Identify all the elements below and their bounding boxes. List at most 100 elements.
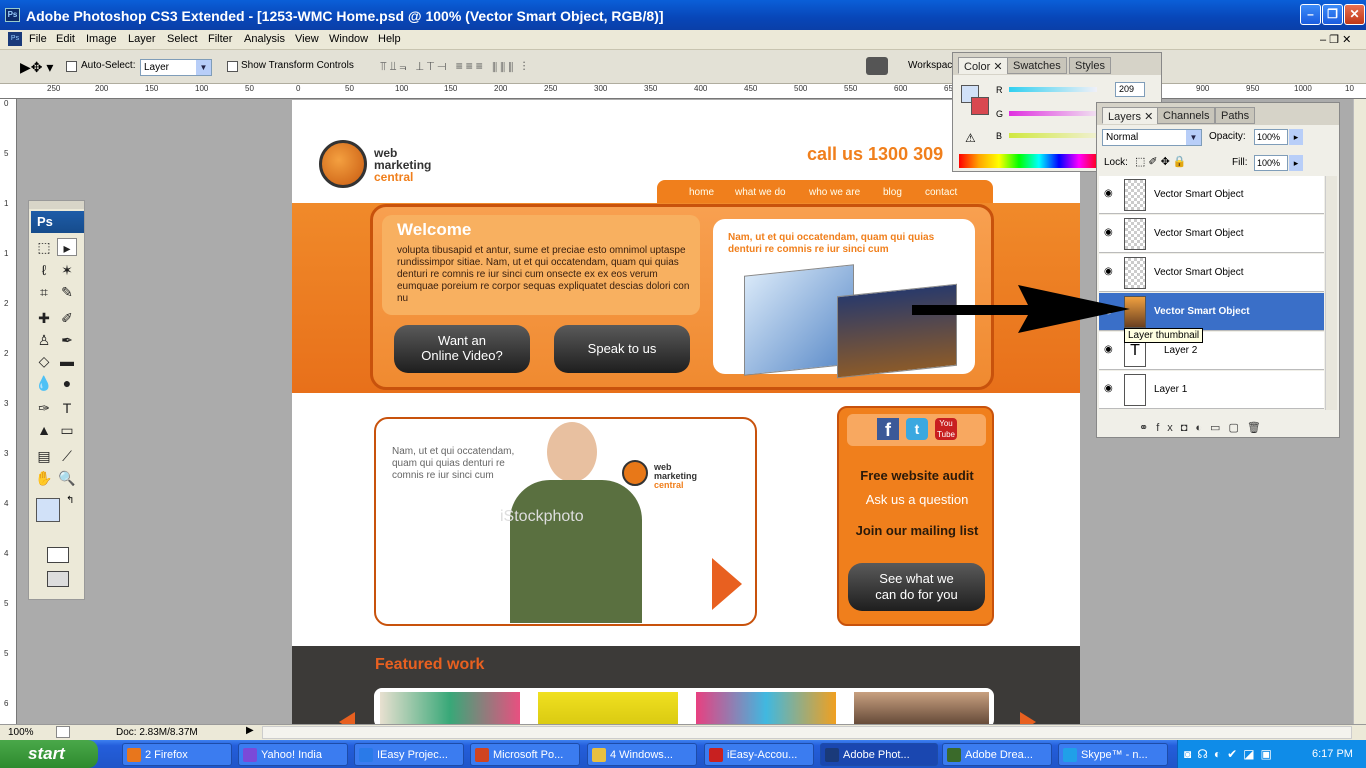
next-arrow-icon[interactable] <box>712 558 742 610</box>
foreground-color-swatch[interactable] <box>36 498 60 522</box>
zoom-tool-icon[interactable]: 🔍 <box>57 469 77 487</box>
nav-blog[interactable]: blog <box>883 187 902 198</box>
r-slider[interactable] <box>1009 87 1097 92</box>
path-select-icon[interactable]: ▲ <box>34 421 54 439</box>
menu-filter[interactable]: Filter <box>208 33 232 45</box>
eye-icon[interactable]: ◉ <box>1104 344 1113 355</box>
slice-tool-icon[interactable]: ✎ <box>57 283 77 301</box>
tab-layers[interactable]: Layers ✕ <box>1102 107 1160 124</box>
opacity-field[interactable]: 100% <box>1254 129 1288 145</box>
speak-button[interactable]: Speak to us <box>554 325 690 373</box>
task-yahoo[interactable]: Yahoo! India <box>238 743 348 766</box>
hand-tool-icon[interactable]: ✋ <box>34 469 54 487</box>
status-icon[interactable] <box>56 726 70 738</box>
type-tool-icon[interactable]: T <box>57 399 77 417</box>
dodge-tool-icon[interactable]: ● <box>57 374 77 392</box>
featured-thumb[interactable] <box>538 692 678 724</box>
pen-tool-icon[interactable]: ✑ <box>34 399 54 417</box>
eye-icon[interactable]: ◉ <box>1104 266 1113 277</box>
history-brush-icon[interactable]: ✒ <box>57 331 77 349</box>
eye-icon[interactable]: ◉ <box>1104 227 1113 238</box>
quick-mask-icon[interactable] <box>47 547 69 563</box>
twitter-icon[interactable]: t <box>906 418 928 440</box>
task-firefox[interactable]: 2 Firefox <box>122 743 232 766</box>
facebook-icon[interactable]: f <box>877 418 899 440</box>
magic-wand-icon[interactable]: ✶ <box>57 261 77 279</box>
show-transform-checkbox[interactable] <box>227 60 238 72</box>
nav-home[interactable]: home <box>689 187 714 198</box>
marquee-tool-icon[interactable]: ⬚ <box>34 238 54 256</box>
nav-what-we-do[interactable]: what we do <box>735 187 786 198</box>
layer-row[interactable]: ◉ Vector Smart Object <box>1099 215 1324 253</box>
lasso-tool-icon[interactable]: ℓ <box>34 261 54 279</box>
tab-swatches[interactable]: Swatches <box>1007 57 1067 74</box>
featured-thumb[interactable] <box>696 692 836 724</box>
menu-help[interactable]: Help <box>378 33 401 45</box>
opacity-arrow-icon[interactable]: ▸ <box>1289 129 1303 145</box>
horizontal-scrollbar[interactable] <box>262 726 1352 739</box>
fill-arrow-icon[interactable]: ▸ <box>1289 155 1303 171</box>
minimize-button[interactable]: – <box>1300 4 1321 25</box>
crop-tool-icon[interactable]: ⌗ <box>34 283 54 301</box>
bg-swatch[interactable] <box>971 97 989 115</box>
maximize-button[interactable]: ❐ <box>1322 4 1343 25</box>
menu-select[interactable]: Select <box>167 33 198 45</box>
document-icon[interactable]: Ps <box>8 32 22 46</box>
screen-mode-icon[interactable] <box>47 571 69 587</box>
layer-row-selected[interactable]: ◉ Vector Smart Object <box>1099 293 1324 331</box>
task-ie[interactable]: IEasy Projec... <box>354 743 464 766</box>
menu-file[interactable]: File <box>29 33 47 45</box>
r-value-field[interactable]: 209 <box>1115 82 1145 97</box>
menu-window[interactable]: Window <box>329 33 368 45</box>
healing-brush-icon[interactable]: ✚ <box>34 309 54 327</box>
gradient-tool-icon[interactable]: ▬ <box>57 352 77 370</box>
layers-scrollbar[interactable] <box>1325 176 1337 410</box>
task-powerpoint[interactable]: Microsoft Po... <box>470 743 580 766</box>
start-button[interactable]: start <box>0 740 98 768</box>
tab-color[interactable]: Color ✕ <box>958 57 1009 74</box>
tab-styles[interactable]: Styles <box>1069 57 1111 74</box>
vertical-scrollbar[interactable] <box>1353 99 1366 724</box>
video-button[interactable]: Want an Online Video? <box>394 325 530 373</box>
layer-row[interactable]: ◉ Vector Smart Object <box>1099 254 1324 292</box>
next-featured-arrow-icon[interactable] <box>1020 712 1036 724</box>
layer-thumbnail[interactable] <box>1124 374 1146 406</box>
workspace-icon[interactable] <box>866 57 888 75</box>
tab-paths[interactable]: Paths <box>1215 107 1256 124</box>
mailing-list-link[interactable]: Join our mailing list <box>839 523 995 538</box>
task-dreamweaver[interactable]: Adobe Drea... <box>942 743 1052 766</box>
brush-tool-icon[interactable]: ✐ <box>57 309 77 327</box>
menu-edit[interactable]: Edit <box>56 33 75 45</box>
move-tool-icon[interactable]: ▶✥ ▾ <box>20 59 53 76</box>
featured-thumb[interactable] <box>380 692 520 724</box>
menu-layer[interactable]: Layer <box>128 33 156 45</box>
stamp-tool-icon[interactable]: ♙ <box>34 331 54 349</box>
zoom-level[interactable]: 100% <box>8 727 34 738</box>
youtube-icon[interactable]: You Tube <box>935 418 957 440</box>
layer-row[interactable]: ◉ Vector Smart Object <box>1099 176 1324 214</box>
nav-who-we-are[interactable]: who we are <box>809 187 860 198</box>
shape-tool-icon[interactable]: ▭ <box>57 421 77 439</box>
swap-colors-icon[interactable]: ↰ <box>66 495 74 506</box>
move-tool-icon[interactable]: ▸ <box>57 238 77 256</box>
b-slider[interactable] <box>1009 133 1097 138</box>
layer-thumbnail[interactable] <box>1124 218 1146 250</box>
menu-analysis[interactable]: Analysis <box>244 33 285 45</box>
lock-icons[interactable]: ⬚✐✥🔒 <box>1135 155 1190 168</box>
fill-field[interactable]: 100% <box>1254 155 1288 171</box>
task-acrobat[interactable]: iEasy-Accou... <box>704 743 814 766</box>
featured-thumb[interactable] <box>854 692 989 724</box>
doc-window-controls[interactable]: – ❐ ✕ <box>1320 33 1351 46</box>
eye-icon[interactable]: ◉ <box>1104 188 1113 199</box>
eyedropper-icon[interactable]: ⟋ <box>57 447 77 465</box>
layer-thumbnail[interactable] <box>1124 179 1146 211</box>
workspace-label[interactable]: Workspac <box>908 60 952 71</box>
tray-icons[interactable]: ◙☊◐✔◪▣ <box>1184 747 1278 761</box>
task-photoshop[interactable]: Adobe Phot... <box>820 743 938 766</box>
eye-icon[interactable]: ◉ <box>1104 383 1113 394</box>
task-windows[interactable]: 4 Windows... <box>587 743 697 766</box>
eraser-tool-icon[interactable]: ◇ <box>34 352 54 370</box>
free-audit-link[interactable]: Free website audit <box>839 468 995 483</box>
menu-image[interactable]: Image <box>86 33 117 45</box>
tab-channels[interactable]: Channels <box>1157 107 1216 124</box>
